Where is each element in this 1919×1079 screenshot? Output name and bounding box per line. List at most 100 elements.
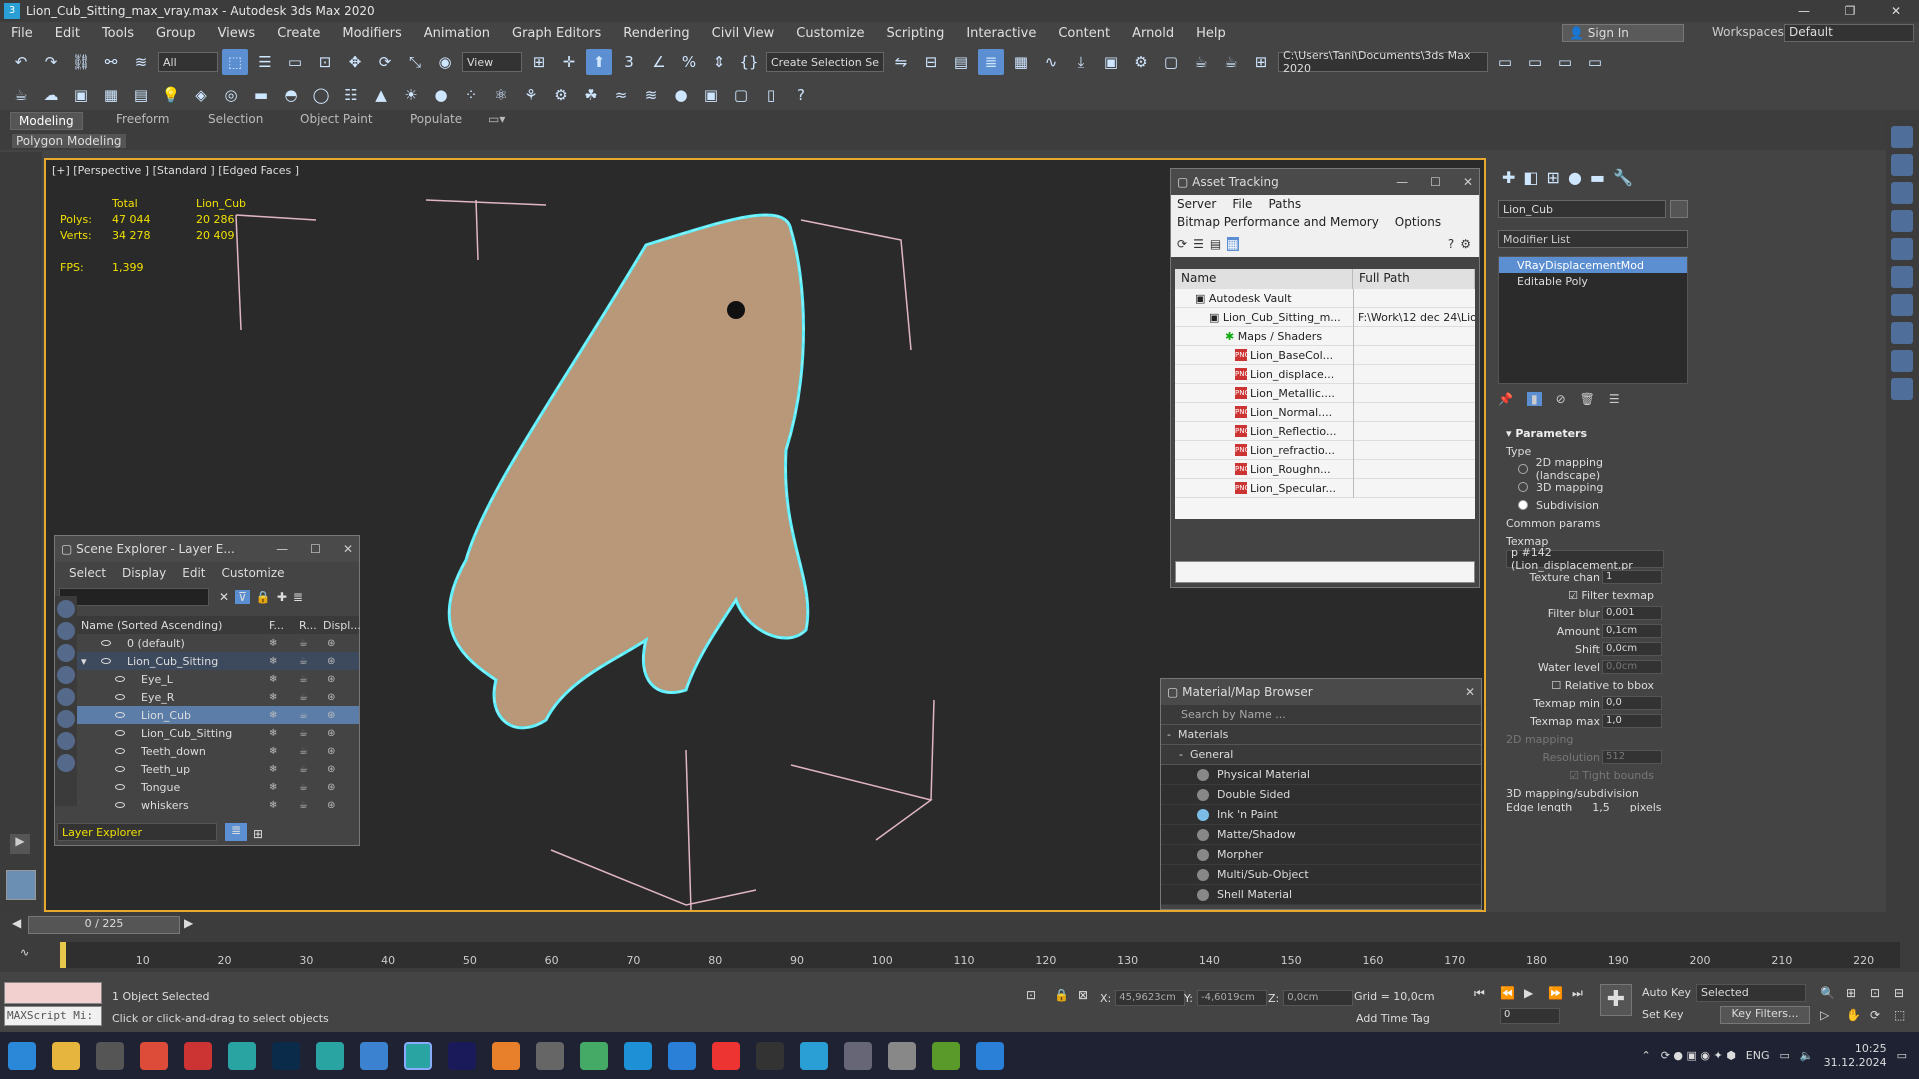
yandex-icon[interactable] <box>712 1041 740 1070</box>
filter-icon[interactable]: ⊽ <box>235 590 250 604</box>
store-icon[interactable] <box>580 1041 608 1070</box>
render-teapot-icon[interactable]: ☕ <box>299 728 309 739</box>
3dsmax-icon[interactable] <box>228 1041 256 1070</box>
material-search-input[interactable]: Search by Name ... <box>1161 705 1481 725</box>
remove-modifier-icon[interactable]: 🗑 <box>1580 392 1595 406</box>
motion-tab-icon[interactable]: ● <box>1568 168 1582 187</box>
render-teapot-icon[interactable]: ☕ <box>299 710 309 721</box>
window-crossing-icon[interactable]: ⊡ <box>312 49 338 75</box>
menu-graph-editors[interactable]: Graph Editors <box>501 26 612 41</box>
render-activeshade-icon[interactable]: ⊞ <box>1248 49 1274 75</box>
frame-buffer-icon[interactable]: ▢ <box>728 82 754 108</box>
goto-end-icon[interactable]: ⏭ <box>1572 986 1583 1001</box>
minimize-button[interactable]: — <box>1781 4 1827 18</box>
display-icon[interactable]: ⊛ <box>327 638 337 649</box>
materials-section[interactable]: - Materials <box>1161 725 1481 745</box>
freeze-icon[interactable]: ❄ <box>269 710 279 721</box>
menu-civil-view[interactable]: Civil View <box>701 26 786 41</box>
fur-icon[interactable]: ☷ <box>338 82 364 108</box>
next-frame-icon[interactable]: ▶ <box>184 916 193 930</box>
asset-menu-server[interactable]: Server <box>1177 197 1216 211</box>
utorrent-icon[interactable] <box>932 1041 960 1070</box>
modify-tab-icon[interactable]: ◧ <box>1523 168 1538 187</box>
freeze-icon[interactable]: ❄ <box>269 692 279 703</box>
stack-item-editable-poly[interactable]: Editable Poly <box>1499 273 1687 289</box>
pivot-icon[interactable]: ⊞ <box>526 49 552 75</box>
vray-tool-icon-8[interactable] <box>1891 322 1913 344</box>
calculator-icon[interactable] <box>844 1041 872 1070</box>
named-selection-dropdown[interactable]: Create Selection Se <box>766 52 884 72</box>
filter-shapes-icon[interactable] <box>57 622 75 640</box>
chrome-icon[interactable] <box>140 1041 168 1070</box>
tab-populate[interactable]: Populate <box>410 112 462 126</box>
list-item[interactable]: Morpher <box>1161 845 1481 865</box>
list-item[interactable]: Double Sided <box>1161 785 1481 805</box>
display-icon[interactable]: ⊛ <box>327 692 337 703</box>
col-name-header[interactable]: Name (Sorted Ascending) <box>81 619 222 632</box>
texture-chan-spinner[interactable]: 1 <box>1602 570 1662 584</box>
table-row[interactable]: PNG Lion_displace... <box>1175 364 1475 384</box>
curve-editor-icon[interactable]: ∿ <box>1038 49 1064 75</box>
zoom-icon[interactable]: 🔍 <box>1820 986 1835 1000</box>
menu-tools[interactable]: Tools <box>91 26 145 41</box>
table-icon[interactable]: ▤ <box>128 82 154 108</box>
asset-menu-paths[interactable]: Paths <box>1268 197 1301 211</box>
display-icon[interactable]: ⊛ <box>327 800 337 811</box>
table-row[interactable]: PNG Lion_Normal.... <box>1175 402 1475 422</box>
type-subdivision-radio[interactable]: Subdivision <box>1506 496 1664 514</box>
windows-start-icon[interactable] <box>8 1041 36 1070</box>
tray-icons[interactable]: ⟳ ● ▣ ◉ ✦ ⬢ <box>1661 1049 1736 1062</box>
material-editor-icon[interactable]: ▣ <box>1098 49 1124 75</box>
asset-tracking-header[interactable]: ▢ Asset Tracking — ☐ ✕ <box>1171 169 1479 195</box>
visibility-eye-icon[interactable] <box>101 658 111 664</box>
bind-spacewarp-icon[interactable]: ≋ <box>128 49 154 75</box>
app-blue-icon[interactable] <box>668 1041 696 1070</box>
edge-length-value[interactable]: 1,5 <box>1592 802 1610 812</box>
list-item[interactable]: Shell Material <box>1161 885 1481 905</box>
dome-icon[interactable]: ◓ <box>278 82 304 108</box>
list-item[interactable]: 0 (default) ❄ ☕ ⊛ <box>77 634 359 652</box>
notifications-icon[interactable]: ▭ <box>1897 1049 1907 1062</box>
key-filters-button[interactable]: Key Filters... <box>1720 1006 1810 1024</box>
telegram-icon[interactable] <box>800 1041 828 1070</box>
selection-filter-dropdown[interactable]: All <box>158 52 218 72</box>
render-production-icon[interactable]: ☕ <box>1188 49 1214 75</box>
vray-tool-icon-4[interactable] <box>1891 210 1913 232</box>
ribbon-options-icon[interactable]: ▭▾ <box>488 112 505 126</box>
scale-icon[interactable]: ⤡ <box>402 49 428 75</box>
percent-snap-icon[interactable]: % <box>676 49 702 75</box>
vray-icon[interactable]: ◈ <box>188 82 214 108</box>
resolution-spinner[interactable]: 512 <box>1602 750 1662 764</box>
add-layer-icon[interactable]: ✚ <box>277 590 287 604</box>
scene-menu-display[interactable]: Display <box>122 566 166 580</box>
table-view-icon[interactable]: ▦ <box>1227 237 1239 251</box>
list-item[interactable]: Lion_Cub ❄ ☕ ⊛ <box>77 706 359 724</box>
molecule-icon[interactable]: ⚛ <box>488 82 514 108</box>
minimize-button[interactable]: — <box>1396 175 1408 189</box>
col-display-header[interactable]: Displ... <box>323 619 361 632</box>
table-row[interactable]: ▣ Autodesk Vault <box>1175 288 1475 308</box>
asset-menu-options[interactable]: Options <box>1395 215 1441 229</box>
scene-menu-edit[interactable]: Edit <box>182 566 205 580</box>
modifier-list-dropdown[interactable]: Modifier List <box>1498 230 1688 248</box>
keyboard-shortcut-icon[interactable]: ⬆ <box>586 49 612 75</box>
maximize-button[interactable]: ❐ <box>1827 4 1873 18</box>
render-setup-icon[interactable]: ⚙ <box>1128 49 1154 75</box>
list-item[interactable]: Eye_R ❄ ☕ ⊛ <box>77 688 359 706</box>
zoom-all-icon[interactable]: ⊞ <box>1846 986 1856 1000</box>
goto-start-icon[interactable]: ⏮ <box>1474 986 1485 1001</box>
light-bulb-icon[interactable]: 💡 <box>158 82 184 108</box>
scene-menu-select[interactable]: Select <box>69 566 106 580</box>
table-row[interactable]: PNG Lion_Roughn... <box>1175 459 1475 479</box>
notepad-icon[interactable] <box>360 1041 388 1070</box>
photoshop-icon[interactable] <box>272 1041 300 1070</box>
teapot-icon[interactable]: ☕ <box>8 82 34 108</box>
play-icon[interactable]: ▶ <box>1524 986 1533 1000</box>
zoom-extents-icon[interactable]: ⊡ <box>1870 986 1880 1000</box>
selection-lock-icon[interactable]: 🔒 <box>1054 988 1069 1002</box>
visibility-eye-icon[interactable] <box>115 802 125 808</box>
manipulate-icon[interactable]: ✛ <box>556 49 582 75</box>
asset-menu-file[interactable]: File <box>1232 197 1252 211</box>
layer-explorer-icon[interactable]: ≣ <box>978 49 1004 75</box>
list-item[interactable]: Eye_L ❄ ☕ ⊛ <box>77 670 359 688</box>
